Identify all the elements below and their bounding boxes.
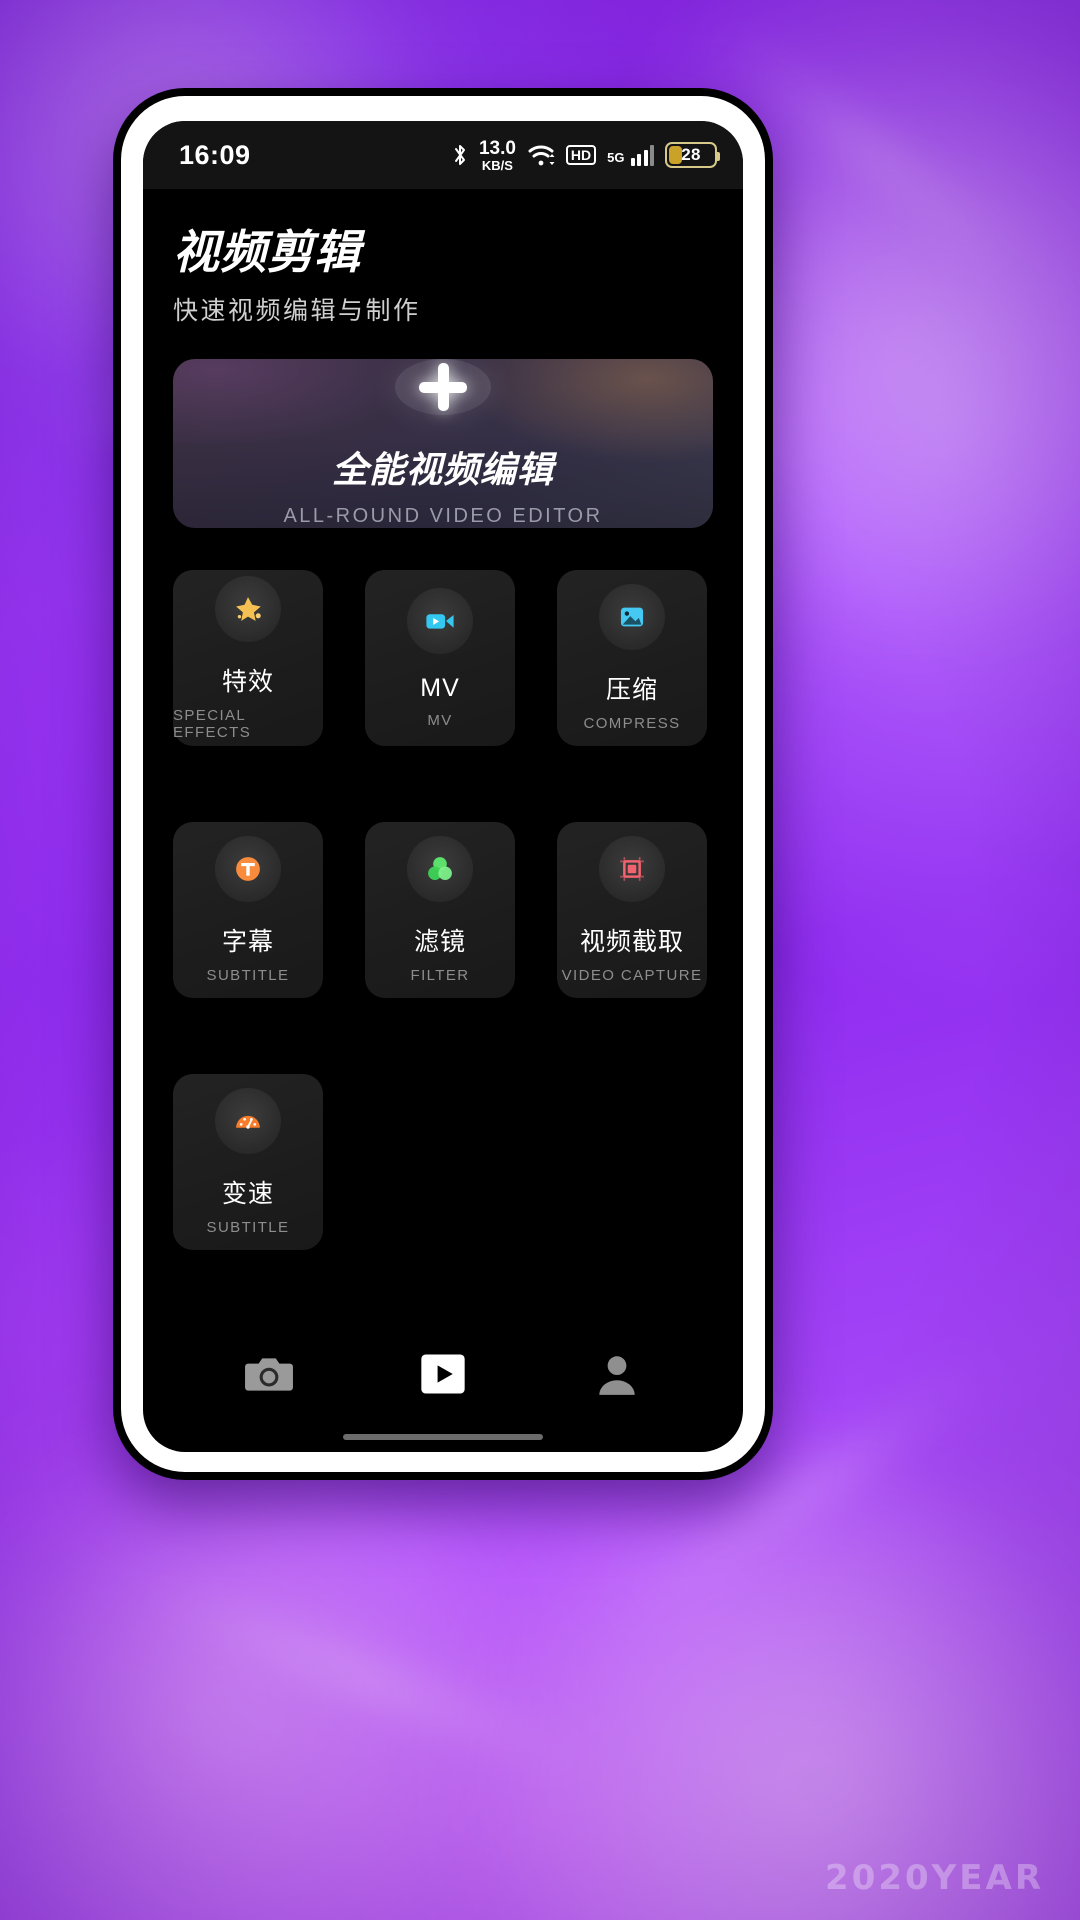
status-clock: 16:09 <box>179 139 251 170</box>
plus-icon[interactable] <box>395 359 491 415</box>
status-icons: 13.0 KB/S HD 5G 28 <box>452 139 720 172</box>
feature-grid: 特效 SPECIAL EFFECTS MV MV 压缩 COMPRESS 字幕 … <box>173 570 713 1326</box>
signal-indicator: 5G <box>607 144 654 166</box>
bluetooth-icon <box>454 145 465 165</box>
tile-label-en: SUBTITLE <box>206 967 290 984</box>
tile-label-en: COMPRESS <box>583 715 681 732</box>
tile-label-cn: 变速 <box>221 1180 274 1208</box>
sparkle-star-icon <box>215 575 281 642</box>
battery-indicator: 28 <box>665 142 720 168</box>
network-speed-value: 13.0 <box>478 137 516 159</box>
person-icon <box>598 1356 635 1395</box>
page-title: 视频剪辑 <box>173 226 361 278</box>
network-speed-unit: KB/S <box>481 157 513 173</box>
wallpaper-watermark: 2020YEAR <box>825 1858 1044 1898</box>
tile-subtitle[interactable]: 字幕 SUBTITLE <box>173 822 323 998</box>
tile-filter[interactable]: 滤镜 FILTER <box>365 822 515 998</box>
camera-icon <box>245 1358 294 1391</box>
crop-icon <box>599 836 665 902</box>
tile-label-en: SPECIAL EFFECTS <box>173 706 252 741</box>
video-camera-icon <box>407 587 473 654</box>
tile-label-en: FILTER <box>410 967 470 984</box>
tile-speed[interactable]: 变速 SUBTITLE <box>173 1074 323 1250</box>
tile-video-capture[interactable]: 视频截取 VIDEO CAPTURE <box>557 822 707 998</box>
tile-label-cn: 视频截取 <box>579 928 684 956</box>
nav-profile-button[interactable] <box>592 1351 642 1397</box>
phone-bezel: 16:09 13.0 KB/S HD 5G 28 视频剪辑 快速视频编辑与制作 … <box>121 96 765 1472</box>
hd-badge: HD <box>565 144 597 166</box>
bottom-navigation <box>143 1326 743 1422</box>
tile-compress[interactable]: 压缩 COMPRESS <box>557 570 707 746</box>
home-indicator[interactable] <box>143 1422 743 1452</box>
tile-label-cn: 滤镜 <box>413 928 466 956</box>
tile-label-cn: 特效 <box>221 667 274 696</box>
tile-label-cn: 压缩 <box>605 676 658 704</box>
hero-card-all-round-editor[interactable]: 全能视频编辑 ALL-ROUND VIDEO EDITOR <box>173 359 713 528</box>
text-t-icon <box>215 836 281 902</box>
speedometer-icon <box>215 1088 281 1154</box>
app-content: 视频剪辑 快速视频编辑与制作 全能视频编辑 ALL-ROUND VIDEO ED… <box>143 189 743 1326</box>
battery-percent: 28 <box>681 145 701 164</box>
image-icon <box>599 584 665 650</box>
hero-title: 全能视频编辑 <box>331 449 554 490</box>
tile-label-cn: MV <box>420 673 460 702</box>
nav-camera-button[interactable] <box>244 1353 294 1395</box>
color-circles-icon <box>407 836 473 902</box>
tile-special-effects[interactable]: 特效 SPECIAL EFFECTS <box>173 570 323 746</box>
tile-label-cn: 字幕 <box>221 928 274 956</box>
network-speed: 13.0 KB/S <box>479 139 516 172</box>
phone-screen: 16:09 13.0 KB/S HD 5G 28 视频剪辑 快速视频编辑与制作 … <box>143 121 743 1452</box>
signal-bars <box>630 144 654 166</box>
page-subtitle: 快速视频编辑与制作 <box>173 297 421 325</box>
tile-label-en: SUBTITLE <box>206 1219 290 1236</box>
tile-label-en: MV <box>427 711 453 729</box>
nav-play-button[interactable] <box>417 1350 469 1398</box>
play-icon <box>421 1354 465 1394</box>
wifi-icon <box>528 145 555 166</box>
tile-mv[interactable]: MV MV <box>365 570 515 746</box>
status-bar: 16:09 13.0 KB/S HD 5G 28 <box>143 121 743 189</box>
tile-label-en: VIDEO CAPTURE <box>561 967 703 984</box>
hero-subtitle: ALL-ROUND VIDEO EDITOR <box>283 505 603 527</box>
phone-device: 16:09 13.0 KB/S HD 5G 28 视频剪辑 快速视频编辑与制作 … <box>113 88 773 1480</box>
network-type-label: 5G <box>607 149 625 165</box>
